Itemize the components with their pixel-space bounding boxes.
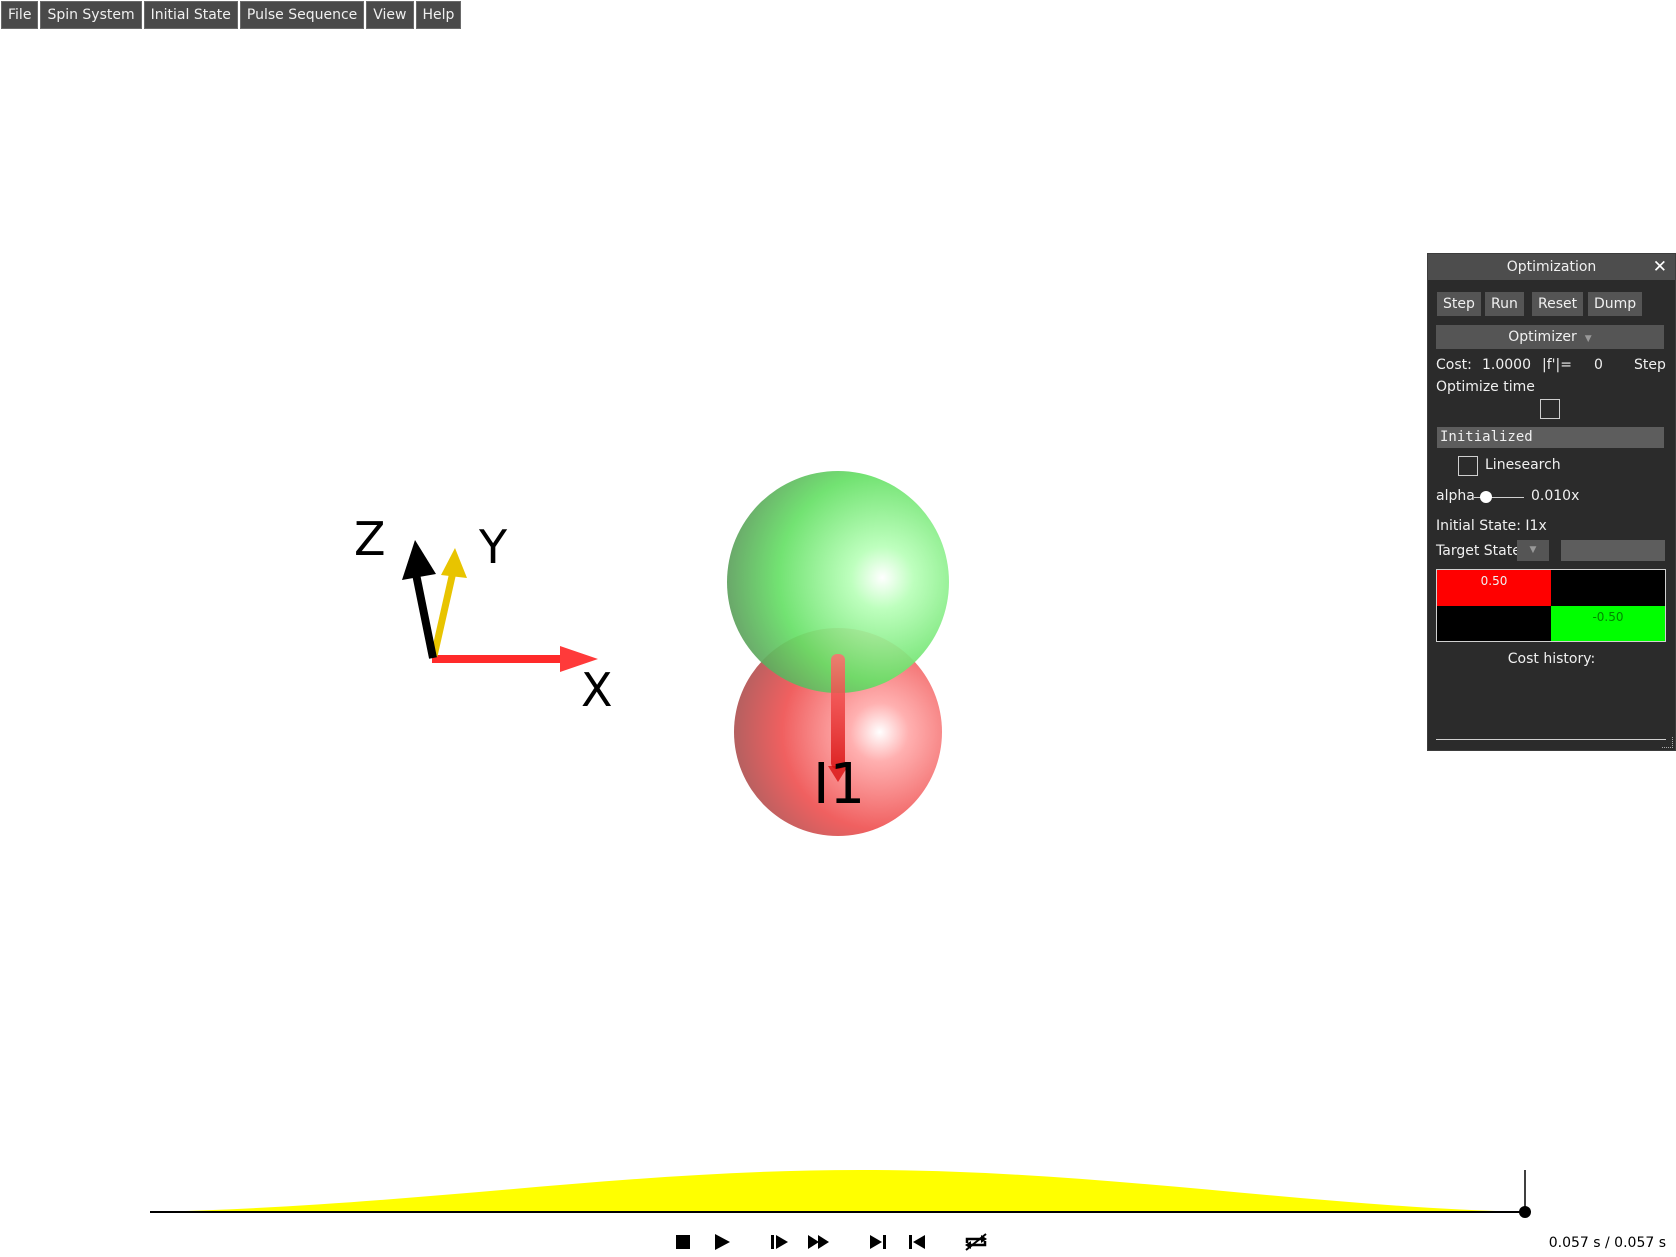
- axes-gizmo: X Y Z: [354, 512, 613, 717]
- alpha-value: 0.010x: [1531, 488, 1580, 504]
- initial-state-label: Initial State: I1x: [1436, 518, 1547, 534]
- panel-title[interactable]: Optimization: [1428, 254, 1675, 280]
- play-icon[interactable]: [708, 1229, 736, 1255]
- stop-icon[interactable]: [669, 1229, 697, 1255]
- gradient-value: 0: [1594, 357, 1603, 373]
- step-forward-icon[interactable]: [766, 1229, 794, 1255]
- matrix-cell-11: -0.50: [1551, 605, 1665, 641]
- target-state-dropdown[interactable]: ▼: [1517, 540, 1549, 561]
- spin-label: I1: [813, 752, 865, 817]
- z-axis-label: Z: [354, 512, 386, 566]
- status-field: Initialized: [1437, 427, 1664, 448]
- target-state-label: Target State:: [1436, 543, 1526, 559]
- cost-history-axis: [1436, 739, 1666, 740]
- linesearch-checkbox[interactable]: [1458, 456, 1478, 476]
- x-axis-label: X: [581, 663, 613, 717]
- step-count-label: Step: [1634, 357, 1666, 373]
- chevron-down-icon: ▼: [1529, 545, 1537, 555]
- target-state-input[interactable]: [1561, 540, 1665, 561]
- cost-history-label: Cost history:: [1507, 651, 1596, 667]
- alpha-slider-knob[interactable]: [1480, 491, 1492, 503]
- cost-value: 1.0000: [1482, 357, 1531, 373]
- z-axis-arrow: [412, 573, 437, 659]
- spin-i1[interactable]: I1: [727, 471, 949, 836]
- time-readout: 0.057 s / 0.057 s: [1548, 1235, 1666, 1251]
- cost-label: Cost:: [1436, 357, 1472, 373]
- optimization-panel: Optimization ✕ Step Run Reset Dump Optim…: [1427, 253, 1676, 751]
- resize-grip-icon[interactable]: [1662, 737, 1673, 748]
- playhead-marker[interactable]: [1519, 1206, 1531, 1218]
- run-button[interactable]: Run: [1485, 292, 1524, 316]
- dump-button[interactable]: Dump: [1588, 292, 1643, 316]
- playback-controls: [0, 1229, 1676, 1257]
- y-axis-head: [441, 548, 467, 578]
- density-matrix: 0.50 -0.50: [1436, 569, 1666, 642]
- gradient-label: |f'|=: [1542, 357, 1572, 373]
- y-axis-arrow: [430, 571, 457, 657]
- fast-forward-icon[interactable]: [805, 1229, 833, 1255]
- pulse-shape: [150, 1170, 1525, 1212]
- optimizer-label: Optimizer: [1508, 329, 1577, 345]
- linesearch-label: Linesearch: [1485, 457, 1561, 473]
- matrix-cell-10: [1437, 605, 1551, 641]
- loop-icon[interactable]: [962, 1229, 990, 1255]
- bloch-scene[interactable]: X Y Z I1: [0, 0, 1676, 1256]
- z-axis-head: [402, 540, 436, 580]
- optimize-time-checkbox[interactable]: [1540, 399, 1560, 419]
- optimizer-dropdown[interactable]: Optimizer ▼: [1436, 325, 1664, 349]
- alpha-label: alpha: [1436, 488, 1475, 504]
- close-icon[interactable]: ✕: [1653, 254, 1667, 280]
- reset-button[interactable]: Reset: [1532, 292, 1584, 316]
- pulse-timeline[interactable]: [150, 1170, 1531, 1218]
- matrix-cell-01: [1551, 570, 1665, 606]
- optimize-time-label: Optimize time: [1436, 379, 1535, 395]
- step-button[interactable]: Step: [1437, 292, 1481, 316]
- skip-to-end-icon[interactable]: [864, 1229, 892, 1255]
- y-axis-label: Y: [478, 520, 508, 574]
- skip-to-start-icon[interactable]: [903, 1229, 931, 1255]
- chevron-down-icon: ▼: [1584, 334, 1592, 344]
- matrix-cell-00: 0.50: [1437, 570, 1551, 606]
